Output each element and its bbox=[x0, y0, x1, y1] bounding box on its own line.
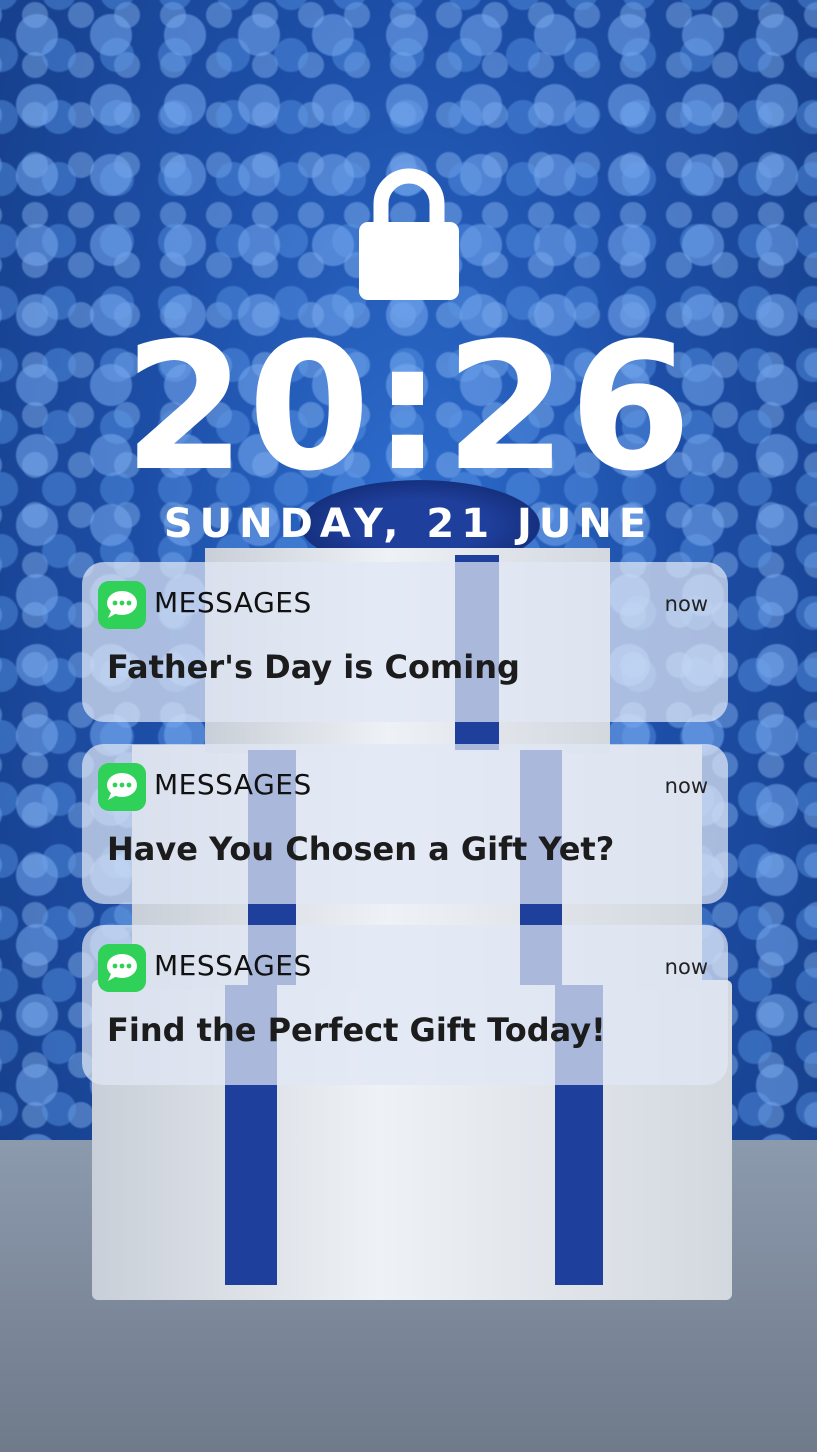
notification-app-name: MESSAGES bbox=[154, 586, 312, 619]
notification-app-name: MESSAGES bbox=[154, 768, 312, 801]
notification-body: Father's Day is Coming bbox=[107, 648, 520, 686]
notification-card[interactable]: MESSAGES now Father's Day is Coming bbox=[82, 562, 728, 722]
notification-card[interactable]: MESSAGES now Find the Perfect Gift Today… bbox=[82, 925, 728, 1085]
notification-body: Have You Chosen a Gift Yet? bbox=[107, 830, 615, 868]
messages-app-icon bbox=[98, 763, 146, 811]
notification-app-name: MESSAGES bbox=[154, 949, 312, 982]
notification-body: Find the Perfect Gift Today! bbox=[107, 1011, 606, 1049]
lockscreen-clock: 20:26 bbox=[123, 305, 694, 510]
padlock-icon bbox=[359, 168, 459, 300]
notification-time: now bbox=[664, 774, 708, 798]
lock-screen: 20:26 SUNDAY, 21 JUNE MESSAGES now Fathe… bbox=[0, 0, 817, 1452]
notification-time: now bbox=[664, 955, 708, 979]
notification-card[interactable]: MESSAGES now Have You Chosen a Gift Yet? bbox=[82, 744, 728, 904]
messages-app-icon bbox=[98, 581, 146, 629]
messages-app-icon bbox=[98, 944, 146, 992]
notification-time: now bbox=[664, 592, 708, 616]
lockscreen-date: SUNDAY, 21 JUNE bbox=[163, 501, 654, 547]
